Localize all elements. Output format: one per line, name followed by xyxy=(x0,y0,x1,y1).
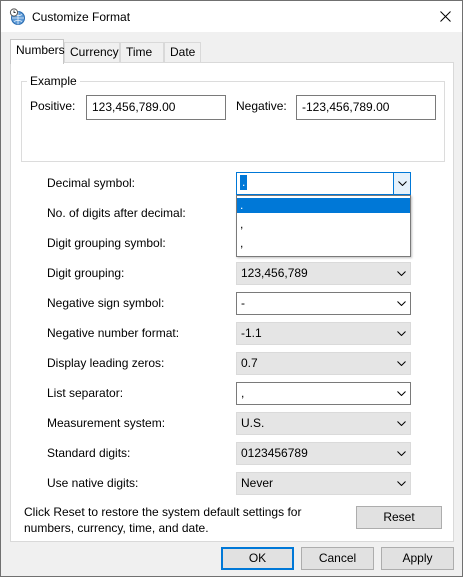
chevron-down-icon[interactable] xyxy=(393,173,410,194)
display-leading-zeros-combo[interactable]: 0.7 xyxy=(236,352,411,375)
chevron-down-icon[interactable] xyxy=(393,383,410,404)
use-native-digits-label: Use native digits: xyxy=(47,476,139,490)
dropdown-option[interactable]: , xyxy=(237,236,410,251)
cancel-button[interactable]: Cancel xyxy=(301,547,374,570)
decimal-symbol-label: Decimal symbol: xyxy=(47,176,136,190)
reset-description: Click Reset to restore the system defaul… xyxy=(24,505,302,535)
positive-label: Positive: xyxy=(30,99,76,113)
use-native-digits-combo[interactable]: Never xyxy=(236,472,411,495)
display-leading-zeros-label: Display leading zeros: xyxy=(47,356,165,370)
negative-sign-symbol-label: Negative sign symbol: xyxy=(47,296,165,310)
negative-number-format-label: Negative number format: xyxy=(47,326,180,340)
dropdown-option[interactable]: . xyxy=(237,198,410,213)
chevron-down-icon[interactable] xyxy=(393,293,410,314)
digit-grouping-symbol-label: Digit grouping symbol: xyxy=(47,236,166,250)
list-separator-combo[interactable]: , xyxy=(236,382,411,405)
globe-clock-icon xyxy=(9,8,25,25)
negative-example-field[interactable]: -123,456,789.00 xyxy=(296,95,436,120)
example-group-label: Example xyxy=(27,74,80,89)
chevron-down-icon[interactable] xyxy=(393,323,410,344)
chevron-down-icon[interactable] xyxy=(393,413,410,434)
negative-sign-symbol-combo[interactable]: - xyxy=(236,292,411,315)
negative-label: Negative: xyxy=(236,99,287,113)
title-bar[interactable]: Customize Format xyxy=(1,1,462,32)
window-title: Customize Format xyxy=(32,10,131,24)
apply-button[interactable]: Apply xyxy=(381,547,454,570)
example-group xyxy=(21,81,445,162)
standard-digits-value: 0123456789 xyxy=(241,446,308,460)
chevron-down-icon[interactable] xyxy=(393,473,410,494)
close-button[interactable] xyxy=(427,1,463,31)
digit-grouping-label: Digit grouping: xyxy=(47,266,125,280)
measurement-system-value: U.S. xyxy=(241,416,265,430)
measurement-system-combo[interactable]: U.S. xyxy=(236,412,411,435)
negative-sign-symbol-value[interactable]: - xyxy=(241,293,245,314)
customize-format-dialog: Customize Format Numbers Currency Time D… xyxy=(0,0,463,577)
display-leading-zeros-value: 0.7 xyxy=(241,356,258,370)
chevron-down-icon[interactable] xyxy=(393,263,410,284)
reset-button[interactable]: Reset xyxy=(356,506,442,529)
decimal-symbol-dropdown-list: . , , xyxy=(236,195,411,257)
positive-example-field[interactable]: 123,456,789.00 xyxy=(86,95,226,120)
measurement-system-label: Measurement system: xyxy=(47,416,166,430)
digit-grouping-value: 123,456,789 xyxy=(241,266,308,280)
negative-number-format-combo[interactable]: -1.1 xyxy=(236,322,411,345)
digit-grouping-combo[interactable]: 123,456,789 xyxy=(236,262,411,285)
chevron-down-icon[interactable] xyxy=(393,443,410,464)
tab-time[interactable]: Time xyxy=(120,42,164,63)
decimal-symbol-value[interactable]: . xyxy=(240,175,248,190)
dropdown-option[interactable]: , xyxy=(237,217,410,232)
negative-number-format-value: -1.1 xyxy=(241,326,262,340)
tab-date[interactable]: Date xyxy=(164,42,201,63)
standard-digits-combo[interactable]: 0123456789 xyxy=(236,442,411,465)
use-native-digits-value: Never xyxy=(241,476,274,490)
list-separator-value[interactable]: , xyxy=(241,383,244,404)
decimal-symbol-combo[interactable]: . xyxy=(236,172,411,195)
tab-numbers[interactable]: Numbers xyxy=(10,39,65,64)
chevron-down-icon[interactable] xyxy=(393,353,410,374)
standard-digits-label: Standard digits: xyxy=(47,446,131,460)
close-icon xyxy=(439,10,451,22)
list-separator-label: List separator: xyxy=(47,386,124,400)
digits-after-decimal-label: No. of digits after decimal: xyxy=(47,206,186,220)
tab-currency[interactable]: Currency xyxy=(64,42,120,63)
ok-button[interactable]: OK xyxy=(221,547,294,570)
